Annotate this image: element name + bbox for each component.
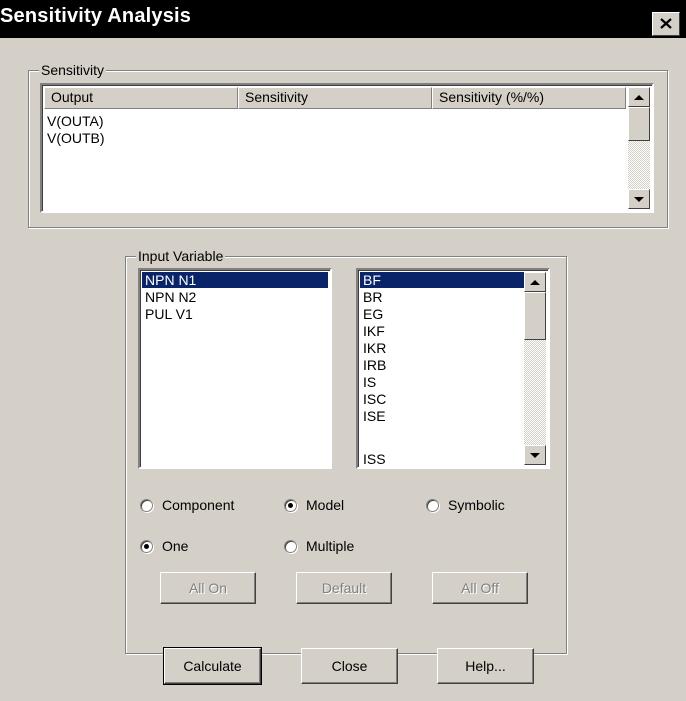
list-item[interactable]: PUL V1 [142,306,328,322]
model-radio-label: Model [306,497,345,513]
list-item[interactable]: NPN N2 [142,289,328,305]
multiple-radio-label: Multiple [306,538,355,554]
arrow-up-icon [634,94,644,100]
radio-checked-icon [140,539,153,553]
parameter-list[interactable]: BF BR EG IKF IKR IRB IS ISC ISE ISS [356,268,550,469]
close-icon [660,18,672,29]
scroll-down-button[interactable] [524,445,546,465]
radio-unchecked-icon [140,498,153,512]
list-item[interactable]: BF [360,272,524,288]
list-item[interactable]: ISE [360,408,524,424]
list-item[interactable]: IRB [360,357,524,373]
scroll-up-button[interactable] [524,272,546,292]
multiple-radio[interactable]: Multiple [284,538,354,554]
scroll-up-button[interactable] [628,87,650,107]
component-radio-label: Component [162,497,235,513]
list-item[interactable]: NPN N1 [142,272,328,288]
arrow-down-icon [634,196,644,202]
model-radio[interactable]: Model [284,497,344,513]
column-header-output[interactable]: Output [44,87,238,109]
symbolic-radio-label: Symbolic [448,497,505,513]
one-radio-label: One [162,538,189,554]
list-item[interactable]: EG [360,306,524,322]
list-item[interactable]: BR [360,289,524,305]
window-title: Sensitivity Analysis [0,5,192,27]
list-item[interactable]: IKF [360,323,524,339]
input-variable-group-label: Input Variable [136,248,226,264]
parameter-scrollbar[interactable] [524,272,546,465]
close-window-button[interactable] [652,12,680,36]
symbolic-radio[interactable]: Symbolic [426,497,505,513]
radio-unchecked-icon [284,539,297,553]
arrow-up-icon [530,279,540,285]
sensitivity-group-label: Sensitivity [39,62,107,78]
column-header-sensitivity[interactable]: Sensitivity [238,87,432,109]
sensitivity-scrollbar[interactable] [628,87,650,209]
list-item[interactable]: IKR [360,340,524,356]
help-button[interactable]: Help... [437,648,534,684]
component-list[interactable]: NPN N1 NPN N2 PUL V1 [138,268,332,469]
column-header-sensitivity-percent[interactable]: Sensitivity (%/%) [432,87,626,109]
one-radio[interactable]: One [140,538,188,554]
table-row[interactable]: V(OUTA) [44,113,624,129]
default-button[interactable]: Default [296,572,392,604]
scroll-thumb[interactable] [524,292,546,340]
list-item[interactable]: IS [360,374,524,390]
list-item[interactable]: ISS [360,451,524,467]
scroll-thumb[interactable] [628,107,650,141]
component-radio[interactable]: Component [140,497,234,513]
table-row[interactable]: V(OUTB) [44,130,624,146]
sensitivity-table: Output Sensitivity Sensitivity (%/%) V(O… [40,83,654,213]
calculate-button[interactable]: Calculate [163,647,262,685]
radio-checked-icon [284,498,297,512]
radio-unchecked-icon [426,498,439,512]
list-item[interactable]: ISC [360,391,524,407]
arrow-down-icon [530,452,540,458]
all-off-button[interactable]: All Off [432,572,528,604]
scroll-down-button[interactable] [628,189,650,209]
all-on-button[interactable]: All On [160,572,256,604]
close-button[interactable]: Close [301,648,398,684]
